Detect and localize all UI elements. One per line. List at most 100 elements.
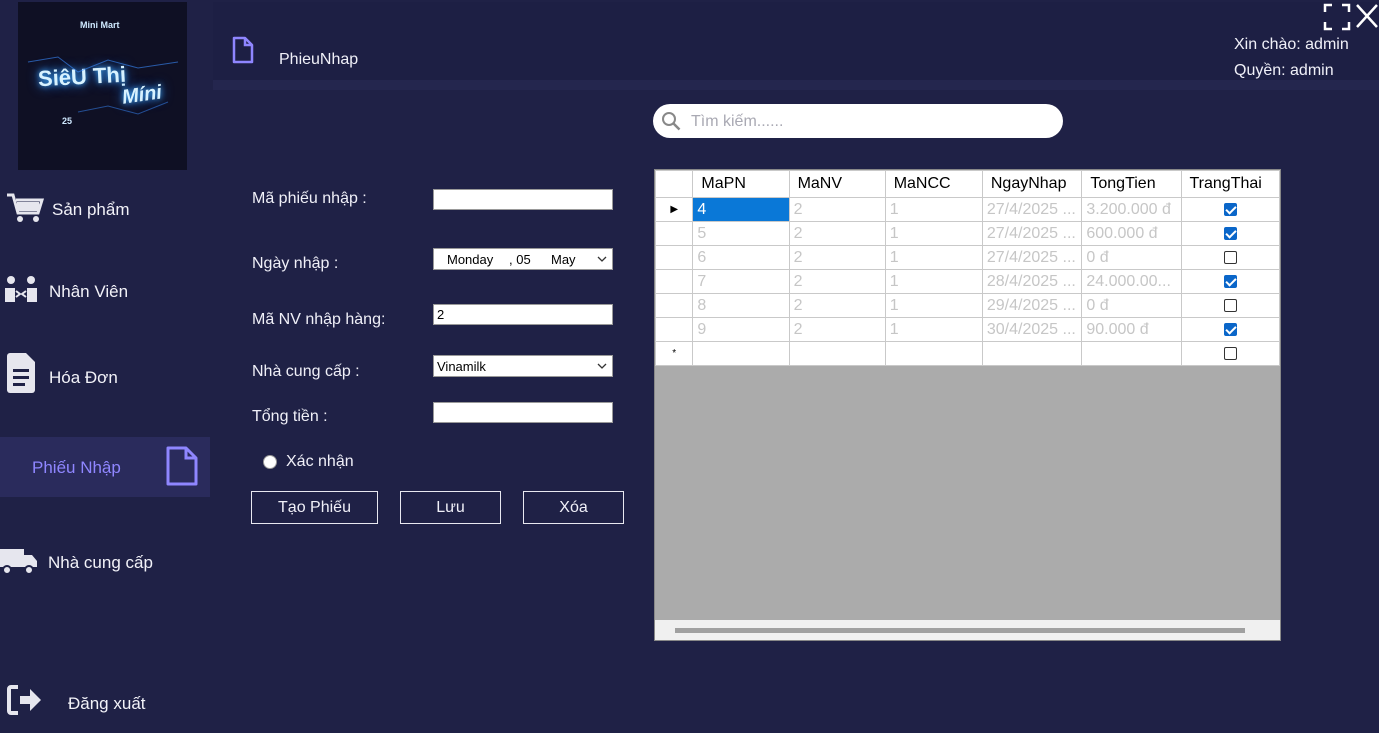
receipts-table-body: MaPN MaNV MaNCC NgayNhap TongTien TrangT…: [655, 170, 1280, 366]
delete-button[interactable]: Xóa: [523, 491, 624, 524]
column-header[interactable]: MaPN: [692, 170, 790, 198]
maximize-icon[interactable]: [1323, 3, 1351, 36]
table-cell[interactable]: [1180, 341, 1280, 366]
column-header[interactable]: MaNV: [788, 170, 886, 198]
table-cell[interactable]: 8: [692, 293, 790, 318]
table-cell-checkbox[interactable]: [1180, 245, 1280, 270]
column-header[interactable]: TrangThai: [1180, 170, 1280, 198]
logout-icon: [6, 684, 42, 716]
table-cell[interactable]: 6: [692, 245, 790, 270]
table-cell[interactable]: 2: [788, 269, 886, 294]
table-cell[interactable]: [692, 341, 790, 366]
close-icon[interactable]: [1355, 3, 1379, 34]
employee-id-input[interactable]: [433, 304, 613, 325]
confirm-radio[interactable]: [263, 455, 277, 469]
table-cell-checkbox[interactable]: [1180, 197, 1280, 222]
table-cell[interactable]: 1: [884, 221, 983, 246]
sidebar-item-products[interactable]: Sản phẩm: [0, 179, 210, 239]
row-header[interactable]: [655, 269, 694, 294]
status-checkbox[interactable]: [1223, 250, 1237, 264]
supplier-select[interactable]: Vinamilk: [433, 355, 613, 377]
row-header[interactable]: [655, 245, 694, 270]
table-cell[interactable]: 27/4/2025 ...: [981, 197, 1083, 222]
table-cell[interactable]: 4: [692, 197, 790, 222]
table-cell[interactable]: [884, 341, 983, 366]
table-cell[interactable]: 1: [884, 245, 983, 270]
scrollbar-thumb[interactable]: [675, 628, 1245, 633]
status-checkbox[interactable]: [1223, 322, 1237, 336]
table-cell-checkbox[interactable]: [1180, 269, 1280, 294]
table-cell[interactable]: 0 đ: [1081, 245, 1182, 270]
table-cell[interactable]: 9: [692, 317, 790, 342]
current-row-indicator[interactable]: ▶: [655, 197, 694, 222]
table-cell[interactable]: 2: [788, 221, 886, 246]
column-header[interactable]: NgayNhap: [981, 170, 1083, 198]
chevron-down-icon[interactable]: [596, 253, 608, 265]
total-input[interactable]: [433, 402, 613, 423]
total-label: Tổng tiền :: [252, 408, 328, 425]
receipt-id-input[interactable]: [433, 189, 613, 210]
table-cell[interactable]: 1: [884, 317, 983, 342]
table-cell-checkbox[interactable]: [1180, 317, 1280, 342]
table-cell[interactable]: 27/4/2025 ...: [981, 245, 1083, 270]
search-box[interactable]: [653, 104, 1063, 138]
table-cell[interactable]: 90.000 đ: [1081, 317, 1182, 342]
new-row[interactable]: *: [655, 341, 1280, 366]
horizontal-scrollbar[interactable]: [655, 620, 1280, 640]
save-button[interactable]: Lưu: [400, 491, 501, 524]
table-cell[interactable]: [788, 341, 886, 366]
invoice-icon: [5, 352, 37, 394]
lightning-decoration: [27, 56, 179, 115]
status-checkbox[interactable]: [1223, 274, 1237, 288]
table-cell[interactable]: 600.000 đ: [1081, 221, 1182, 246]
table-cell[interactable]: 29/4/2025 ...: [981, 293, 1083, 318]
table-cell[interactable]: 1: [884, 197, 983, 222]
table-cell[interactable]: 7: [692, 269, 790, 294]
sidebar-item-employees[interactable]: Nhân Viên: [0, 260, 210, 320]
table-cell[interactable]: 5: [692, 221, 790, 246]
sidebar-item-invoices[interactable]: Hóa Đơn: [0, 346, 210, 406]
receipt-id-label: Mã phiếu nhập :: [252, 190, 367, 207]
table-cell[interactable]: 2: [788, 245, 886, 270]
table-row[interactable]: 5 2 1 27/4/2025 ... 600.000 đ: [655, 221, 1280, 246]
sidebar-item-suppliers[interactable]: Nhà cung cấp: [0, 531, 210, 591]
status-checkbox[interactable]: [1223, 298, 1237, 312]
table-cell[interactable]: 2: [788, 197, 886, 222]
table-cell[interactable]: 1: [884, 269, 983, 294]
status-checkbox[interactable]: [1223, 202, 1237, 216]
table-cell[interactable]: 27/4/2025 ...: [981, 221, 1083, 246]
row-header[interactable]: [655, 293, 694, 318]
row-header[interactable]: [655, 221, 694, 246]
sidebar-item-receipts[interactable]: Phiếu Nhập: [0, 437, 210, 497]
table-row[interactable]: 9 2 1 30/4/2025 ... 90.000 đ: [655, 317, 1280, 342]
table-cell[interactable]: 30/4/2025 ...: [981, 317, 1083, 342]
logout-button[interactable]: Đăng xuất: [0, 673, 210, 733]
sidebar-item-label: Nhà cung cấp: [48, 553, 153, 572]
status-checkbox[interactable]: [1223, 346, 1237, 360]
column-header[interactable]: MaNCC: [884, 170, 983, 198]
chevron-down-icon[interactable]: [596, 360, 608, 372]
table-cell[interactable]: [1081, 341, 1182, 366]
column-header[interactable]: TongTien: [1081, 170, 1182, 198]
table-cell[interactable]: 0 đ: [1081, 293, 1182, 318]
create-receipt-button[interactable]: Tạo Phiếu: [251, 491, 378, 524]
employee-id-label: Mã NV nhập hàng:: [252, 311, 386, 328]
table-row[interactable]: 6 2 1 27/4/2025 ... 0 đ: [655, 245, 1280, 270]
table-cell[interactable]: 2: [788, 293, 886, 318]
table-cell[interactable]: 24.000.00...: [1081, 269, 1182, 294]
table-cell[interactable]: 28/4/2025 ...: [981, 269, 1083, 294]
import-date-picker[interactable]: Monday , 05 May: [433, 248, 613, 270]
table-cell[interactable]: 3.200.000 đ: [1081, 197, 1182, 222]
table-cell[interactable]: [981, 341, 1083, 366]
status-checkbox[interactable]: [1223, 226, 1237, 240]
table-cell[interactable]: 1: [884, 293, 983, 318]
search-input[interactable]: [689, 110, 1053, 134]
table-row[interactable]: ▶ 4 2 1 27/4/2025 ... 3.200.000 đ: [655, 197, 1280, 222]
table-row[interactable]: 7 2 1 28/4/2025 ... 24.000.00...: [655, 269, 1280, 294]
table-cell[interactable]: 2: [788, 317, 886, 342]
receipts-table[interactable]: MaPN MaNV MaNCC NgayNhap TongTien TrangT…: [654, 169, 1281, 641]
row-header[interactable]: [655, 317, 694, 342]
table-cell-checkbox[interactable]: [1180, 221, 1280, 246]
table-row[interactable]: 8 2 1 29/4/2025 ... 0 đ: [655, 293, 1280, 318]
table-cell-checkbox[interactable]: [1180, 293, 1280, 318]
